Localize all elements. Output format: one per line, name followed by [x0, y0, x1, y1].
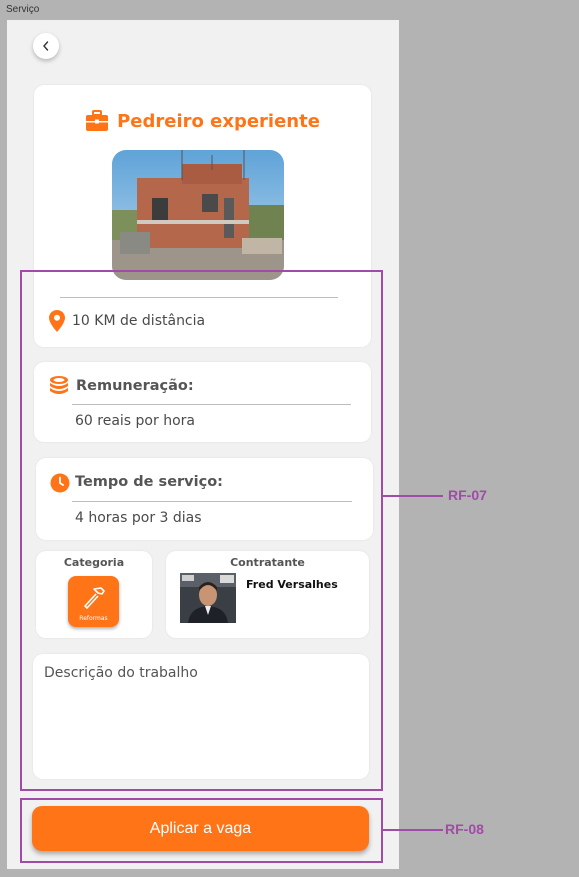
- rf07-annotation-label: RF-07: [448, 487, 487, 503]
- rf08-annotation-label: RF-08: [445, 821, 484, 837]
- job-title: Pedreiro experiente: [117, 110, 320, 132]
- rf08-annotation-line: [383, 829, 443, 831]
- briefcase-icon: [86, 110, 109, 131]
- rf07-annotation-line: [383, 495, 443, 497]
- chevron-left-icon: [43, 41, 49, 51]
- rf07-annotation-box: [20, 270, 383, 791]
- rf08-annotation-box: [20, 798, 383, 863]
- job-photo: [112, 150, 284, 280]
- job-title-row: Pedreiro experiente: [34, 110, 371, 132]
- back-button[interactable]: [33, 33, 59, 59]
- frame-label: Serviço: [6, 4, 40, 15]
